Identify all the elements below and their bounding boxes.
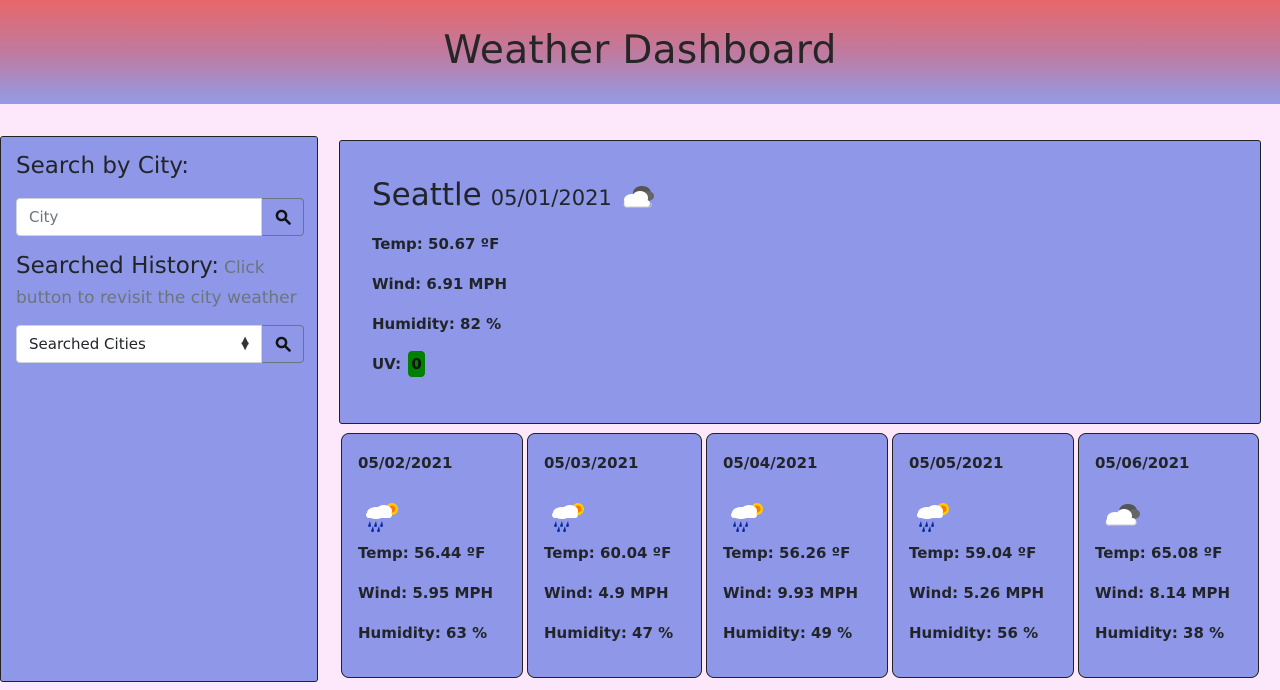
select-caret-icon: ▲ ▼ (241, 335, 249, 352)
forecast-date: 05/04/2021 (723, 454, 818, 472)
search-button[interactable] (262, 198, 304, 236)
current-wind: Wind: 6.91 MPH (372, 275, 508, 293)
search-group (16, 198, 304, 236)
history-search-button[interactable] (262, 325, 304, 363)
forecast-humidity: Humidity: 49 % (723, 624, 853, 642)
forecast-date: 05/05/2021 (909, 454, 1004, 472)
rain-sun-icon (552, 503, 584, 532)
uv-badge: 0 (408, 351, 425, 377)
forecast-wind: Wind: 5.95 MPH (358, 584, 494, 602)
current-uv: UV: 0 (372, 351, 425, 377)
current-weather-card: Seattle 05/01/2021 Temp: 50.67 ºF Wind: … (339, 140, 1261, 424)
forecast-temp: Temp: 56.26 ºF (723, 544, 851, 562)
forecast-temp: Temp: 56.44 ºF (358, 544, 486, 562)
page-header: Weather Dashboard (0, 0, 1280, 104)
forecast-wind: Wind: 4.9 MPH (544, 584, 669, 602)
history-title: Searched History: (16, 253, 219, 279)
search-sidebar: Search by City: Searched History: Click … (0, 136, 318, 682)
select-value: Searched Cities (29, 335, 146, 353)
forecast-card: 05/02/2021 Temp: 56.44 ºF Wind: 5.95 MPH… (341, 433, 523, 678)
forecast-wind: Wind: 9.93 MPH (723, 584, 859, 602)
forecast-temp: Temp: 59.04 ºF (909, 544, 1037, 562)
search-title: Search by City: (16, 153, 190, 179)
search-icon (275, 336, 291, 352)
current-humidity: Humidity: 82 % (372, 315, 502, 333)
rain-sun-icon (917, 503, 949, 532)
current-temp: Temp: 50.67 ºF (372, 235, 500, 253)
search-icon (275, 209, 291, 225)
history-group: Searched Cities ▲ ▼ (16, 325, 304, 363)
forecast-card: 05/05/2021 Temp: 59.04 ºF Wind: 5.26 MPH… (892, 433, 1074, 678)
searched-cities-select[interactable]: Searched Cities ▲ ▼ (16, 325, 262, 363)
forecast-wind: Wind: 8.14 MPH (1095, 584, 1231, 602)
history-heading: Searched History: Click button to revisi… (16, 252, 311, 313)
forecast-humidity: Humidity: 63 % (358, 624, 488, 642)
forecast-card: 05/03/2021 Temp: 60.04 ºF Wind: 4.9 MPH … (527, 433, 702, 678)
current-heading: Seattle 05/01/2021 (372, 177, 658, 213)
forecast-humidity: Humidity: 38 % (1095, 624, 1225, 642)
cloudy-icon (623, 186, 654, 208)
forecast-card: 05/06/2021 Temp: 65.08 ºF Wind: 8.14 MPH… (1078, 433, 1259, 678)
page-title: Weather Dashboard (443, 27, 837, 73)
forecast-humidity: Humidity: 47 % (544, 624, 674, 642)
city-search-input[interactable] (16, 198, 262, 236)
forecast-temp: Temp: 65.08 ºF (1095, 544, 1223, 562)
cloudy-icon (1105, 504, 1140, 526)
forecast-wind: Wind: 5.26 MPH (909, 584, 1045, 602)
forecast-date: 05/06/2021 (1095, 454, 1190, 472)
forecast-date: 05/02/2021 (358, 454, 453, 472)
city-name: Seattle (372, 177, 482, 213)
forecast-date: 05/03/2021 (544, 454, 639, 472)
rain-sun-icon (731, 503, 763, 532)
forecast-humidity: Humidity: 56 % (909, 624, 1039, 642)
current-date: 05/01/2021 (490, 186, 612, 210)
rain-sun-icon (366, 503, 398, 532)
forecast-card: 05/04/2021 Temp: 56.26 ºF Wind: 9.93 MPH… (706, 433, 888, 678)
forecast-temp: Temp: 60.04 ºF (544, 544, 672, 562)
uv-label: UV: (372, 355, 402, 373)
